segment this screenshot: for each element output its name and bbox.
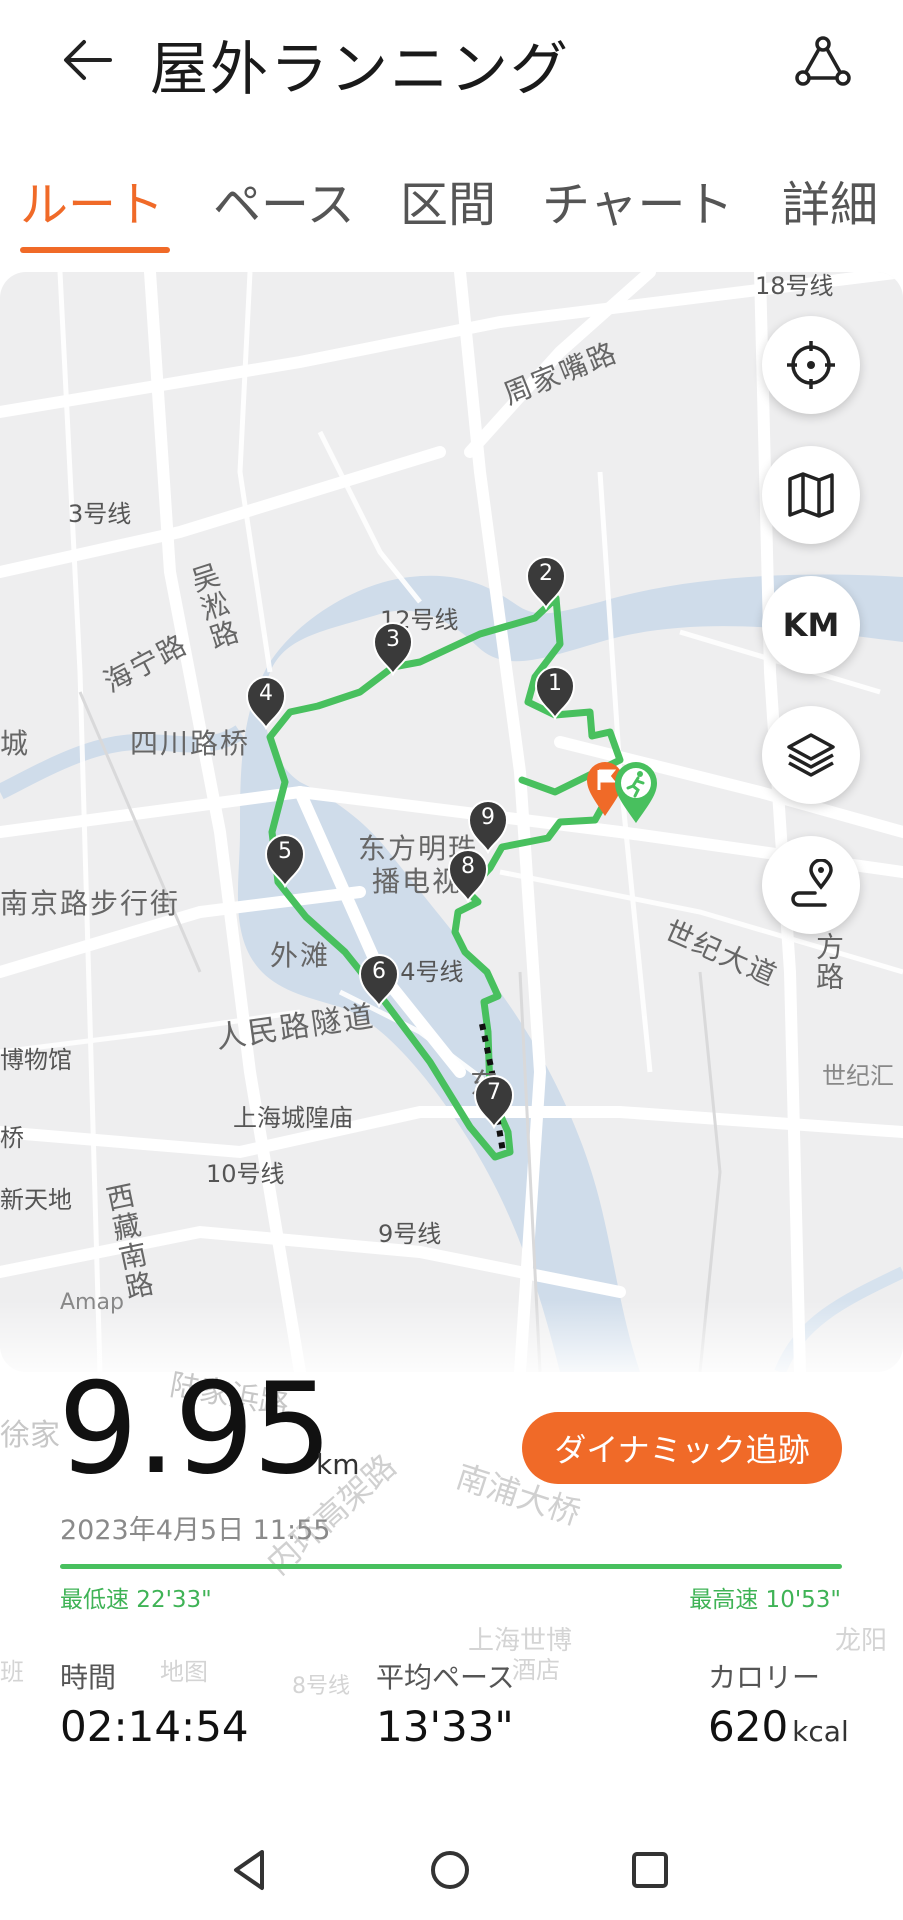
calories-value: 620 kcal <box>708 1702 849 1751</box>
km-marker-5: 5 <box>263 832 307 889</box>
km-marker-label: 9 <box>481 805 495 830</box>
km-label: KM <box>782 606 840 644</box>
time-value: 02:14:54 <box>60 1702 249 1751</box>
map-label: 徐家 <box>0 1418 60 1453</box>
tab-segments[interactable]: 区間 <box>400 165 496 235</box>
tab-route[interactable]: ルート <box>20 165 164 235</box>
km-marker-label: 2 <box>539 561 553 586</box>
back-arrow-icon[interactable] <box>58 30 118 90</box>
nav-recents-icon[interactable] <box>622 1842 678 1898</box>
map-label: 博物馆 <box>0 1046 72 1074</box>
km-marker-7: 7 <box>472 1073 516 1130</box>
system-nav-bar <box>0 1820 903 1920</box>
km-marker-9: 9 <box>466 798 510 855</box>
route-map[interactable]: 18号线 周家嘴路 3号线 吴淞路 12号线 海宁路 四川路桥 城 东方明珠 播… <box>0 272 903 1372</box>
map-label: 10号线 <box>206 1160 285 1188</box>
avg-pace-value: 13'33" <box>376 1702 514 1751</box>
active-tab-indicator <box>20 247 170 253</box>
app-header: 屋外ランニング <box>0 0 903 140</box>
calories-label: カロリー <box>708 1661 821 1694</box>
locate-button[interactable] <box>762 316 860 414</box>
km-marker-6: 6 <box>357 952 401 1009</box>
min-speed-label: 最低速 22'33" <box>60 1587 212 1613</box>
km-marker-8: 8 <box>446 847 490 904</box>
tab-chart[interactable]: チャート <box>542 165 734 235</box>
km-marker-label: 4 <box>259 681 273 706</box>
km-marker-label: 6 <box>372 959 386 984</box>
calories-number: 620 <box>708 1702 789 1751</box>
layers-button[interactable] <box>762 706 860 804</box>
nav-back-icon[interactable] <box>222 1842 278 1898</box>
dynamic-tracking-button[interactable]: ダイナミック追跡 <box>522 1412 842 1484</box>
map-label: 世纪汇 <box>822 1062 894 1090</box>
route-playback-button[interactable] <box>762 836 860 934</box>
map-icon <box>788 472 834 518</box>
km-marker-label: 3 <box>386 627 400 652</box>
map-attribution: Amap <box>60 1290 124 1315</box>
km-toggle-button[interactable]: KM <box>762 576 860 674</box>
tab-bar: ルート ペース 区間 チャート 詳細 <box>0 165 903 255</box>
km-marker-label: 5 <box>278 839 292 864</box>
share-icon[interactable] <box>793 32 853 92</box>
map-label: 地图 <box>160 1658 208 1686</box>
map-label: 3号线 <box>68 500 132 528</box>
page-title: 屋外ランニング <box>150 35 571 103</box>
map-label: 龙阳 <box>835 1626 888 1656</box>
avg-pace-label: 平均ペース <box>376 1661 515 1694</box>
map-label: 班 <box>0 1658 24 1686</box>
map-label: 方路 <box>812 932 845 992</box>
map-label: 8号线 <box>292 1674 350 1699</box>
map-label: 四川路桥 <box>130 727 251 760</box>
distance-value: 9.95 <box>58 1355 333 1502</box>
map-label: 9号线 <box>378 1220 442 1248</box>
km-marker-2: 2 <box>524 554 568 611</box>
km-marker-label: 8 <box>461 854 475 879</box>
map-label: 新天地 <box>0 1186 72 1214</box>
map-label: 城 <box>0 727 31 760</box>
max-speed-label: 最高速 10'53" <box>689 1587 841 1613</box>
km-marker-label: 7 <box>487 1080 501 1105</box>
map-label: 桥 <box>0 1124 24 1152</box>
km-marker-4: 4 <box>244 674 288 731</box>
route-icon <box>791 859 833 907</box>
map-label: 18号线 <box>755 272 834 300</box>
locate-icon <box>787 341 835 389</box>
nav-home-icon[interactable] <box>422 1842 478 1898</box>
km-marker-1: 1 <box>533 664 577 721</box>
time-label: 時間 <box>60 1661 117 1694</box>
km-marker-3: 3 <box>371 620 415 677</box>
run-date: 2023年4月5日 11:55 <box>60 1515 331 1546</box>
km-marker-label: 1 <box>548 671 562 696</box>
speed-range-bar <box>60 1564 842 1569</box>
map-label: 酒店 <box>512 1656 560 1684</box>
map-type-button[interactable] <box>762 446 860 544</box>
run-summary-panel: 徐家 陆家浜路 内环高架路 南浦大桥 上海世博 酒店 龙阳 8号线 班 地图 9… <box>0 1300 903 1770</box>
calories-unit: kcal <box>792 1715 849 1748</box>
tab-details[interactable]: 詳細 <box>782 165 878 235</box>
map-label: 外滩 <box>270 939 331 972</box>
map-label: 南京路步行街 <box>0 887 181 920</box>
layers-icon <box>787 733 835 777</box>
map-label: 上海城隍庙 <box>233 1104 353 1132</box>
tab-pace[interactable]: ペース <box>213 165 355 235</box>
distance-unit: km <box>316 1448 360 1481</box>
runner-marker-icon <box>615 762 657 823</box>
